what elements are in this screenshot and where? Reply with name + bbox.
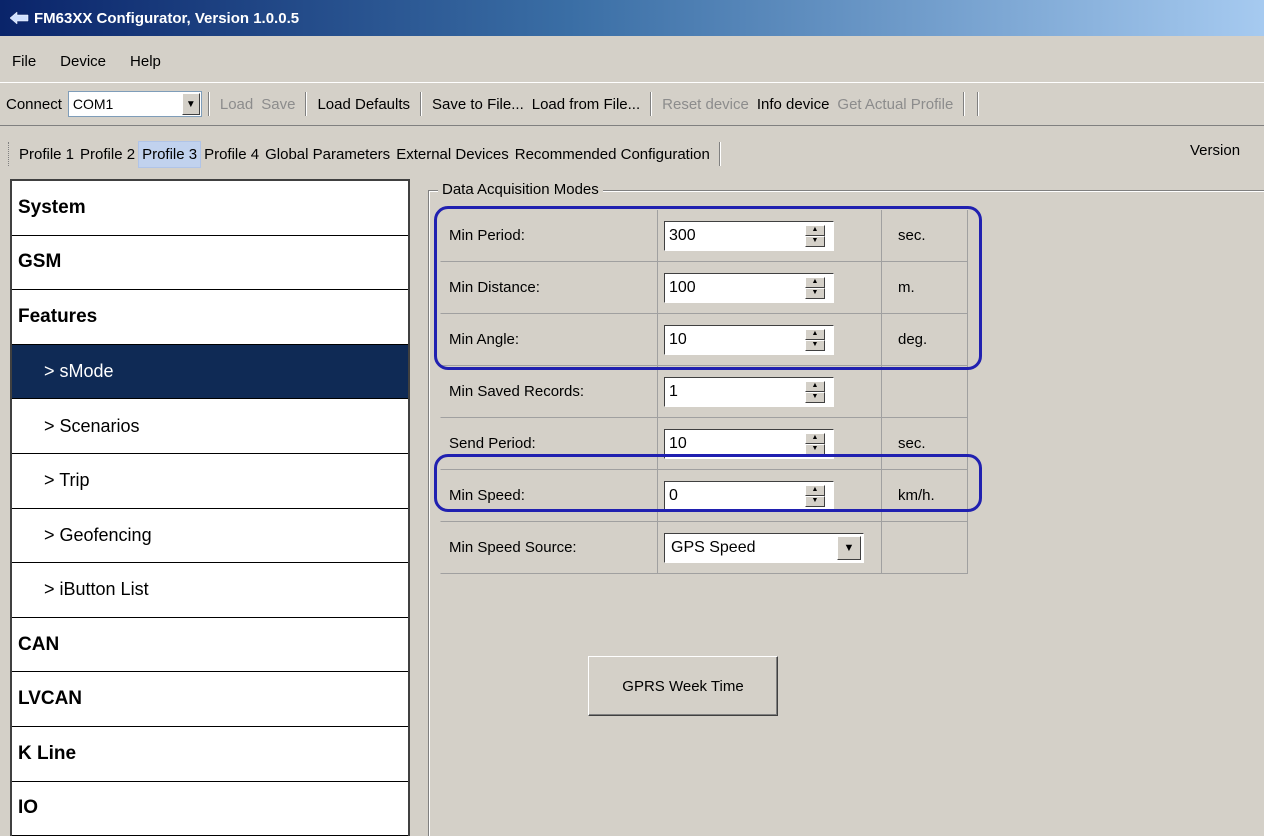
spin-up-icon[interactable]: ▲ [805,432,825,444]
load-button[interactable]: Load [216,96,257,113]
table-row: Min Speed Source: GPS Speed ▼ [440,522,968,574]
tab-profile-4[interactable]: Profile 4 [201,142,262,167]
spin-buttons[interactable]: ▲ ▼ [805,432,825,455]
param-unit [882,366,968,418]
param-value-cell: GPS Speed ▼ [658,522,882,574]
tab-profile-2[interactable]: Profile 2 [77,142,138,167]
menu-device[interactable]: Device [48,53,118,70]
nav-item-scenarios[interactable]: > Scenarios [12,399,408,454]
nav-item-io[interactable]: IO [12,782,408,836]
info-device-button[interactable]: Info device [753,96,834,113]
nav-item-ibutton-list[interactable]: > iButton List [12,563,408,618]
tab-recommended-configuration[interactable]: Recommended Configuration [512,142,713,167]
load-defaults-button[interactable]: Load Defaults [313,96,414,113]
spin-buttons[interactable]: ▲ ▼ [805,380,825,403]
toolbar-separator [650,92,653,116]
app-logo-icon [8,10,30,26]
tab-external-devices[interactable]: External Devices [393,142,512,167]
connect-label: Connect [6,95,62,113]
tab-profile-3[interactable]: Profile 3 [138,140,202,168]
reset-device-button[interactable]: Reset device [658,96,753,113]
toolbar-separator [718,142,721,166]
menu-bar: File Device Help [0,46,173,76]
chevron-down-icon[interactable]: ▼ [181,93,200,115]
table-row: Min Saved Records: 1 ▲ ▼ [440,366,968,418]
nav-item-gsm[interactable]: GSM [12,236,408,291]
spin-down-icon[interactable]: ▼ [805,391,825,403]
param-value-cell: 1 ▲ ▼ [658,366,882,418]
menu-file[interactable]: File [0,53,48,70]
group-title: Data Acquisition Modes [438,181,603,198]
toolbar-separator [963,92,966,116]
title-bar: FM63XX Configurator, Version 1.0.0.5 [0,0,1264,36]
spinner-value: 10 [669,434,687,452]
toolbar-grip[interactable] [8,142,11,166]
tab-profile-1[interactable]: Profile 1 [16,142,77,167]
spin-down-icon[interactable]: ▼ [805,443,825,455]
main-toolbar: Connect COM1 ▼ Load Save Load Defaults S… [0,82,1264,126]
toolbar-separator [977,92,980,116]
toolbar-separator [420,92,423,116]
nav-item-trip[interactable]: > Trip [12,454,408,509]
profile-toolbar: Profile 1 Profile 2 Profile 3 Profile 4 … [0,134,1264,174]
save-button[interactable]: Save [257,96,299,113]
nav-item-system[interactable]: System [12,181,408,236]
highlight-outline [434,454,982,512]
chevron-down-icon[interactable]: ▼ [837,535,861,560]
port-select-value: COM1 [72,96,114,112]
save-to-file-button[interactable]: Save to File... [428,96,528,113]
gprs-week-time-button[interactable]: GPRS Week Time [588,656,778,716]
spin-up-icon[interactable]: ▲ [805,380,825,392]
min-speed-source-select[interactable]: GPS Speed ▼ [664,532,864,563]
menu-help[interactable]: Help [118,53,173,70]
nav-item-can[interactable]: CAN [12,618,408,673]
param-unit [882,522,968,574]
get-actual-profile-button[interactable]: Get Actual Profile [833,96,957,113]
highlight-outline [434,206,982,370]
toolbar-separator [207,92,210,116]
version-button[interactable]: Version [1190,142,1240,159]
nav-item-features[interactable]: Features [12,290,408,345]
toolbar-separator [305,92,308,116]
tab-global-parameters[interactable]: Global Parameters [262,142,393,167]
select-value: GPS Speed [671,538,756,556]
param-label: Min Speed Source: [440,522,658,574]
nav-item-smode[interactable]: > sMode [12,344,408,400]
nav-item-geofencing[interactable]: > Geofencing [12,509,408,564]
spinner-value: 1 [669,382,678,400]
settings-nav: System GSM Features > sMode > Scenarios … [10,179,410,836]
settings-panel: Data Acquisition Modes Min Period: 300 ▲… [428,176,1264,836]
min-saved-records-spinner[interactable]: 1 ▲ ▼ [664,376,834,407]
param-label: Min Saved Records: [440,366,658,418]
load-from-file-button[interactable]: Load from File... [528,96,644,113]
window-title: FM63XX Configurator, Version 1.0.0.5 [34,9,300,27]
nav-item-lvcan[interactable]: LVCAN [12,672,408,727]
nav-item-k-line[interactable]: K Line [12,727,408,782]
port-select[interactable]: COM1 ▼ [67,91,202,117]
